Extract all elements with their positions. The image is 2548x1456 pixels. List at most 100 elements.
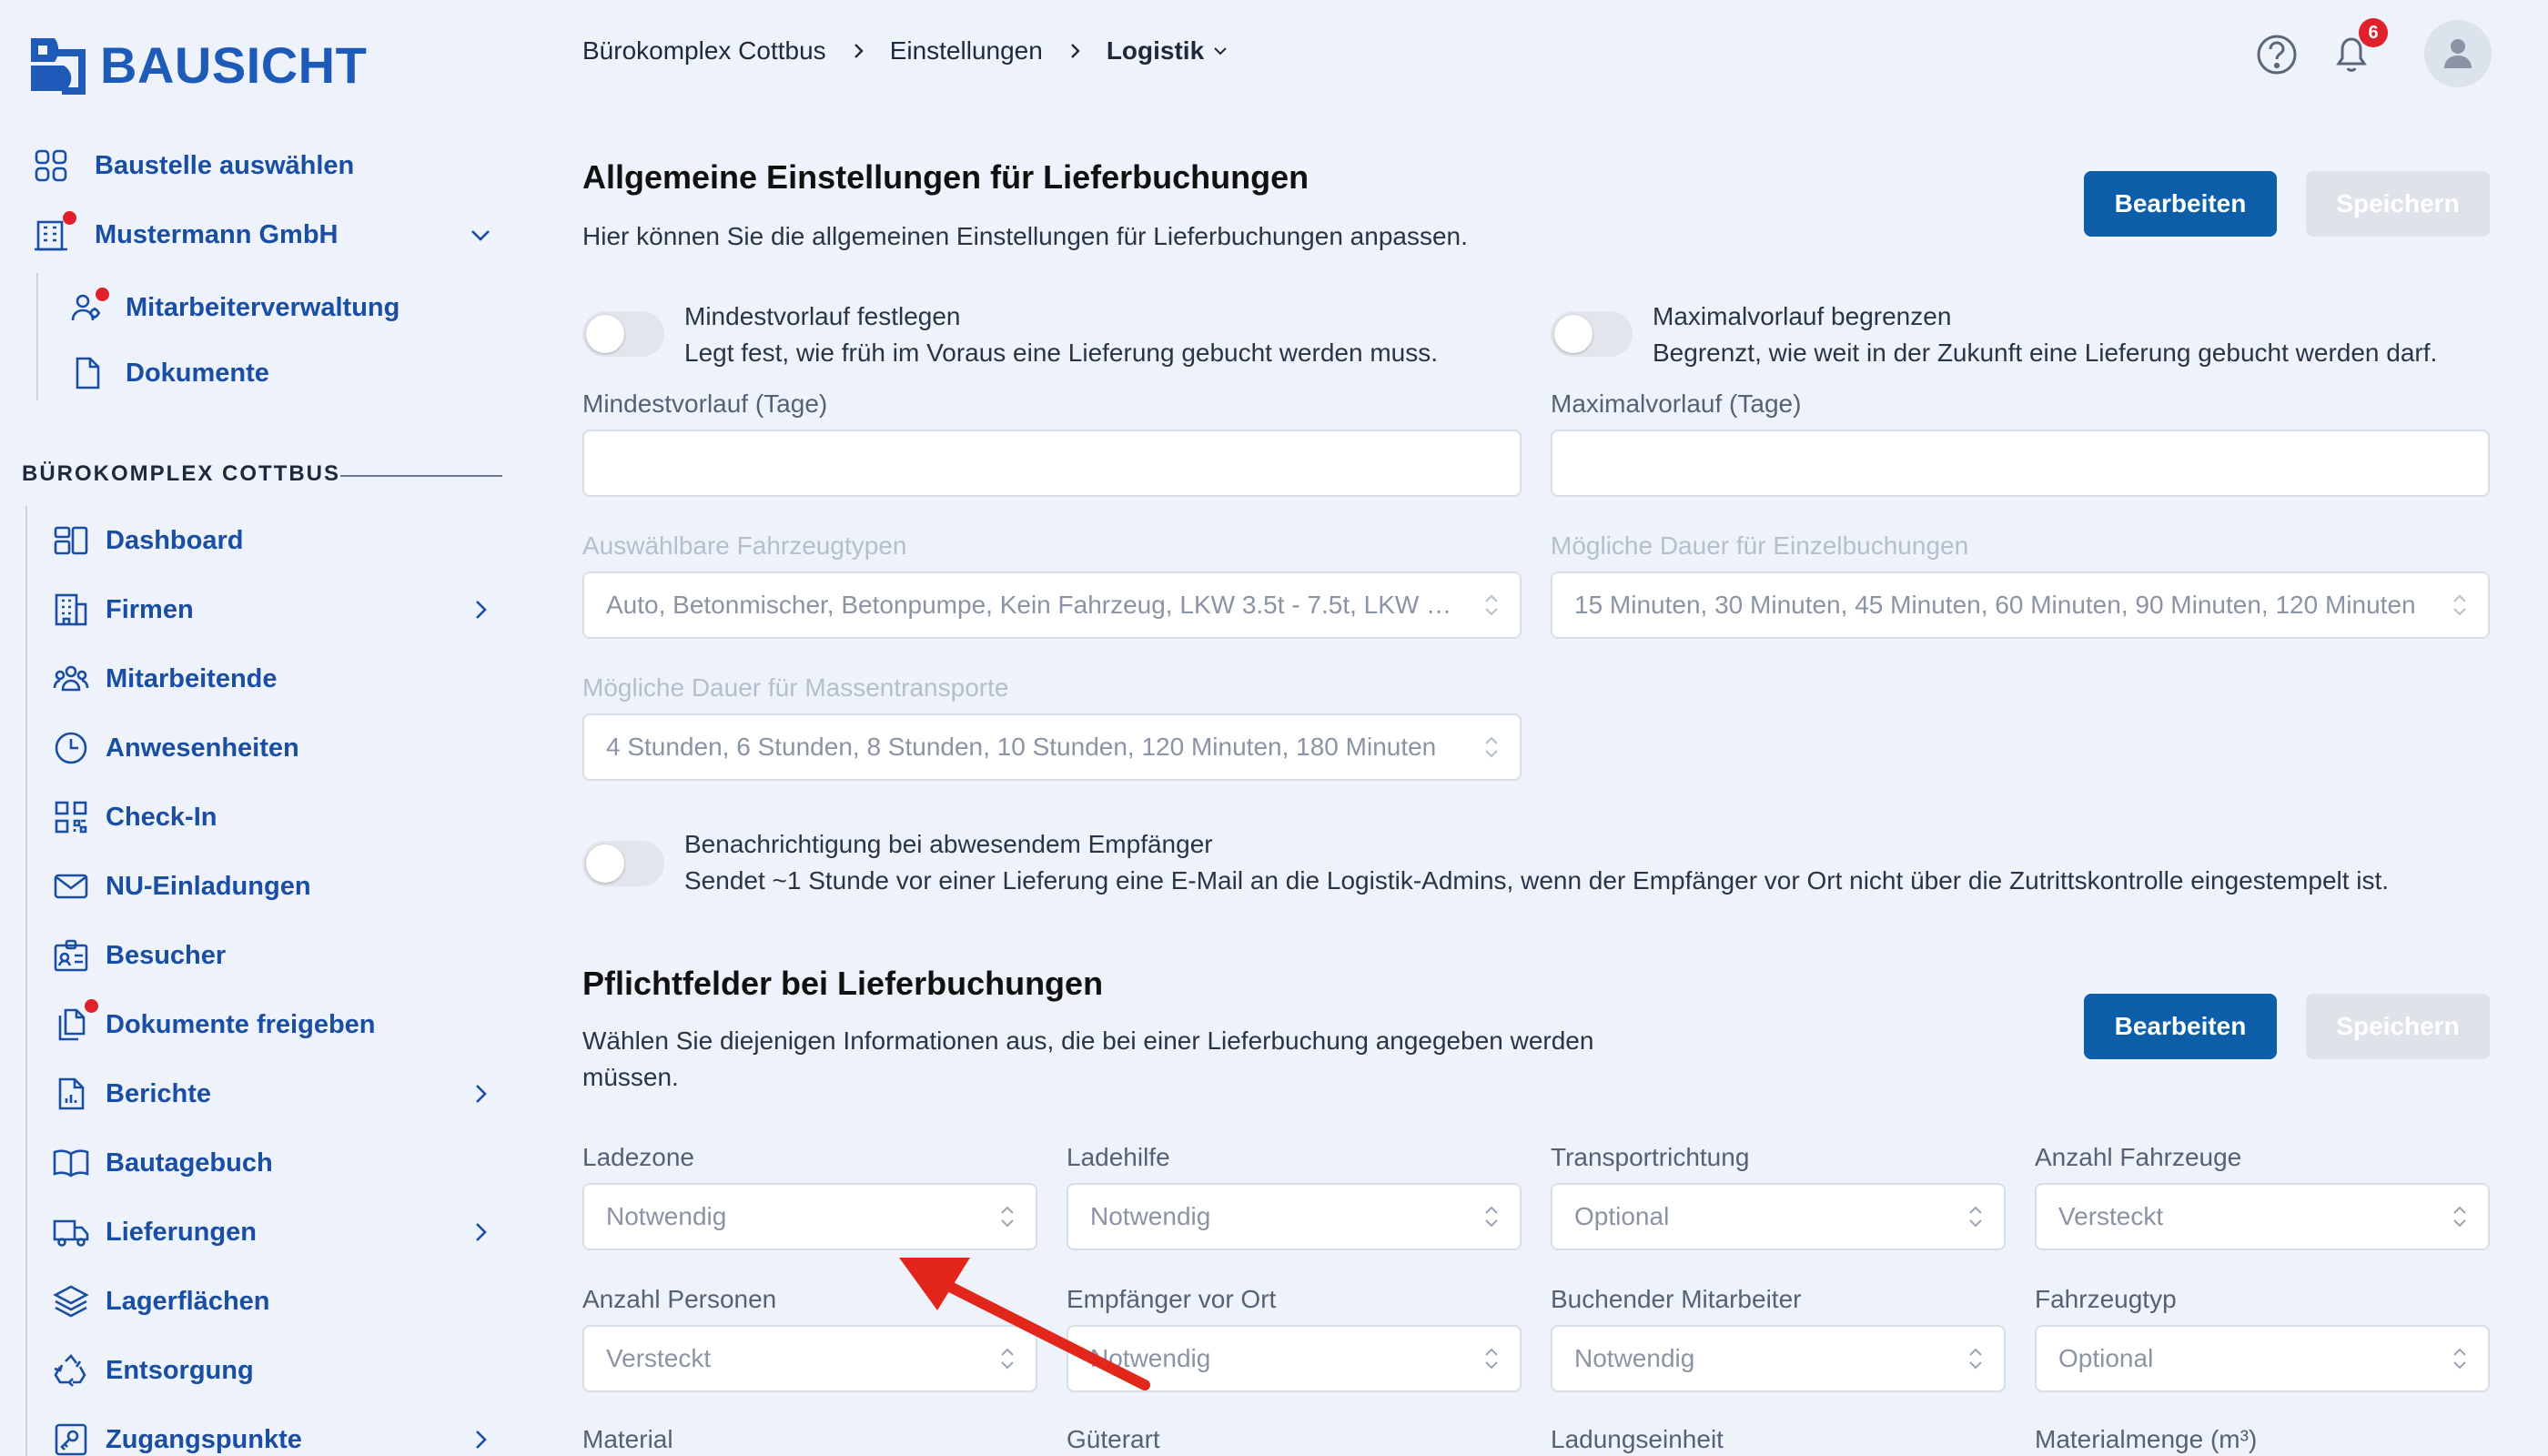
field-label: Anzahl Personen — [582, 1285, 777, 1313]
notification-dot — [63, 211, 76, 225]
select-arrows-icon — [1969, 1206, 1982, 1228]
max-lead-title: Maximalvorlauf begrenzen — [1653, 302, 1952, 330]
notify-title: Benachrichtigung bei abwesendem Empfänge… — [684, 830, 1213, 858]
single-duration-select[interactable]: 15 Minuten, 30 Minuten, 45 Minuten, 60 M… — [1551, 571, 2490, 639]
help-icon[interactable] — [2255, 33, 2299, 76]
loading-aid-select[interactable]: Notwendig — [1067, 1183, 1522, 1250]
field-label: Ladezone — [582, 1143, 695, 1171]
sidebar-item-access-points[interactable]: Zugangspunkte — [51, 1414, 302, 1456]
breadcrumb-current[interactable]: Logistik — [1107, 36, 1204, 66]
chevron-right-icon — [854, 44, 864, 58]
min-lead-toggle[interactable] — [582, 311, 664, 357]
person-count-select[interactable]: Versteckt — [582, 1325, 1037, 1392]
notification-dot — [85, 999, 98, 1013]
mass-duration-select[interactable]: 4 Stunden, 6 Stunden, 8 Stunden, 10 Stun… — [582, 713, 1522, 781]
layers-icon — [51, 1281, 91, 1321]
sidebar-item-storage[interactable]: Lagerflächen — [51, 1276, 270, 1327]
field-label: Transportrichtung — [1551, 1143, 1750, 1171]
field-label: Buchender Mitarbeiter — [1551, 1285, 1802, 1313]
notification-dot — [96, 288, 109, 301]
recipient-on-site-select[interactable]: Notwendig — [1067, 1325, 1522, 1392]
required-edit-button[interactable]: Bearbeiten — [2084, 994, 2277, 1059]
field-label: Empfänger vor Ort — [1067, 1285, 1277, 1313]
single-duration-label: Mögliche Dauer für Einzelbuchungen — [1551, 531, 1969, 560]
chevron-down-icon[interactable] — [468, 222, 493, 248]
general-edit-button[interactable]: Bearbeiten — [2084, 171, 2277, 237]
subnav-line — [36, 273, 38, 400]
sidebar-item-company[interactable]: Mustermann GmbH — [31, 209, 338, 260]
chevron-down-icon[interactable] — [1211, 42, 1229, 60]
select-arrows-icon — [1485, 1206, 1498, 1228]
document-icon — [67, 353, 107, 393]
vehicle-count-select[interactable]: Versteckt — [2035, 1183, 2490, 1250]
field-label: Materialmenge (m³) — [2035, 1425, 2258, 1453]
sidebar-item-check-in[interactable]: Check-In — [51, 792, 217, 843]
sidebar-item-attendance[interactable]: Anwesenheiten — [51, 723, 299, 774]
badge-icon — [51, 935, 91, 976]
select-arrows-icon — [1001, 1206, 1014, 1228]
max-lead-input[interactable] — [1551, 430, 2490, 497]
loading-zone-select[interactable]: Notwendig — [582, 1183, 1037, 1250]
book-icon — [51, 1143, 91, 1183]
min-lead-label: Mindestvorlauf (Tage) — [582, 389, 828, 418]
required-fields-title: Pflichtfelder bei Lieferbuchungen — [582, 965, 1104, 1002]
min-lead-input[interactable] — [582, 430, 1522, 497]
chevron-right-icon[interactable] — [468, 1081, 493, 1107]
sidebar-item-invitations[interactable]: NU-Einladungen — [51, 861, 311, 912]
required-fields-subtitle-2: müssen. — [582, 1063, 679, 1091]
group-icon — [51, 659, 91, 699]
logo-icon — [31, 38, 86, 95]
sidebar-item-employee-management[interactable]: Mitarbeiterverwaltung — [67, 282, 399, 333]
avatar[interactable] — [2424, 20, 2492, 87]
sidebar-item-reports[interactable]: Berichte — [51, 1068, 211, 1119]
field-label: Ladungseinheit — [1551, 1425, 1724, 1453]
required-fields-subtitle-1: Wählen Sie diejenigen Informationen aus,… — [582, 1026, 1594, 1055]
logo[interactable]: BAUSICHT — [27, 35, 367, 95]
max-lead-toggle[interactable] — [1551, 311, 1633, 357]
vehicle-types-select[interactable]: Auto, Betonmischer, Betonpumpe, Kein Fah… — [582, 571, 1522, 639]
mass-duration-label: Mögliche Dauer für Massentransporte — [582, 673, 1009, 702]
chevron-right-icon[interactable] — [468, 597, 493, 622]
sidebar-item-companies[interactable]: Firmen — [51, 584, 194, 635]
sidebar-item-site-diary[interactable]: Bautagebuch — [51, 1138, 273, 1188]
min-lead-title: Mindestvorlauf festlegen — [684, 302, 961, 330]
required-save-button[interactable]: Speichern — [2306, 994, 2490, 1059]
access-point-icon — [51, 1420, 91, 1456]
breadcrumb-site[interactable]: Bürokomplex Cottbus — [582, 36, 826, 66]
truck-icon — [51, 1212, 91, 1252]
transport-direction-select[interactable]: Optional — [1551, 1183, 2006, 1250]
breadcrumb-settings[interactable]: Einstellungen — [890, 36, 1043, 66]
recycle-icon — [51, 1350, 91, 1390]
general-settings-title: Allgemeine Einstellungen für Lieferbuchu… — [582, 158, 1309, 196]
select-arrows-icon — [2453, 1206, 2466, 1228]
sidebar-item-release-documents[interactable]: Dokumente freigeben — [51, 999, 376, 1050]
general-save-button[interactable]: Speichern — [2306, 171, 2490, 237]
sidebar-item-select-site[interactable]: Baustelle auswählen — [31, 140, 354, 191]
user-icon — [2444, 39, 2472, 68]
sidebar-item-documents[interactable]: Dokumente — [67, 348, 269, 399]
sidebar: BAUSICHT Baustelle auswählen Mustermann … — [0, 0, 528, 1456]
vehicle-type-select[interactable]: Optional — [2035, 1325, 2490, 1392]
select-arrows-icon — [2453, 1348, 2466, 1370]
dashboard-icon — [51, 521, 91, 561]
sidebar-item-staff[interactable]: Mitarbeitende — [51, 653, 278, 704]
sidebar-item-deliveries[interactable]: Lieferungen — [51, 1207, 257, 1258]
chevron-right-icon[interactable] — [468, 1219, 493, 1245]
sidebar-item-dashboard[interactable]: Dashboard — [51, 515, 243, 566]
select-arrows-icon — [1485, 1348, 1498, 1370]
section-divider — [340, 475, 502, 477]
users-icon — [67, 288, 109, 328]
max-lead-desc: Begrenzt, wie weit in der Zukunft eine L… — [1653, 339, 2438, 367]
min-lead-desc: Legt fest, wie früh im Voraus eine Liefe… — [684, 339, 1439, 367]
booking-employee-select[interactable]: Notwendig — [1551, 1325, 2006, 1392]
field-label: Ladehilfe — [1067, 1143, 1170, 1171]
field-label: Fahrzeugtyp — [2035, 1285, 2177, 1313]
sidebar-item-visitors[interactable]: Besucher — [51, 930, 226, 981]
select-arrows-icon — [2453, 594, 2466, 616]
select-arrows-icon — [1485, 736, 1498, 758]
sidebar-item-disposal[interactable]: Entsorgung — [51, 1345, 254, 1396]
report-icon — [51, 1074, 91, 1114]
general-settings-subtitle: Hier können Sie die allgemeinen Einstell… — [582, 222, 1468, 250]
chevron-right-icon[interactable] — [468, 1427, 493, 1452]
notify-toggle[interactable] — [582, 841, 664, 886]
